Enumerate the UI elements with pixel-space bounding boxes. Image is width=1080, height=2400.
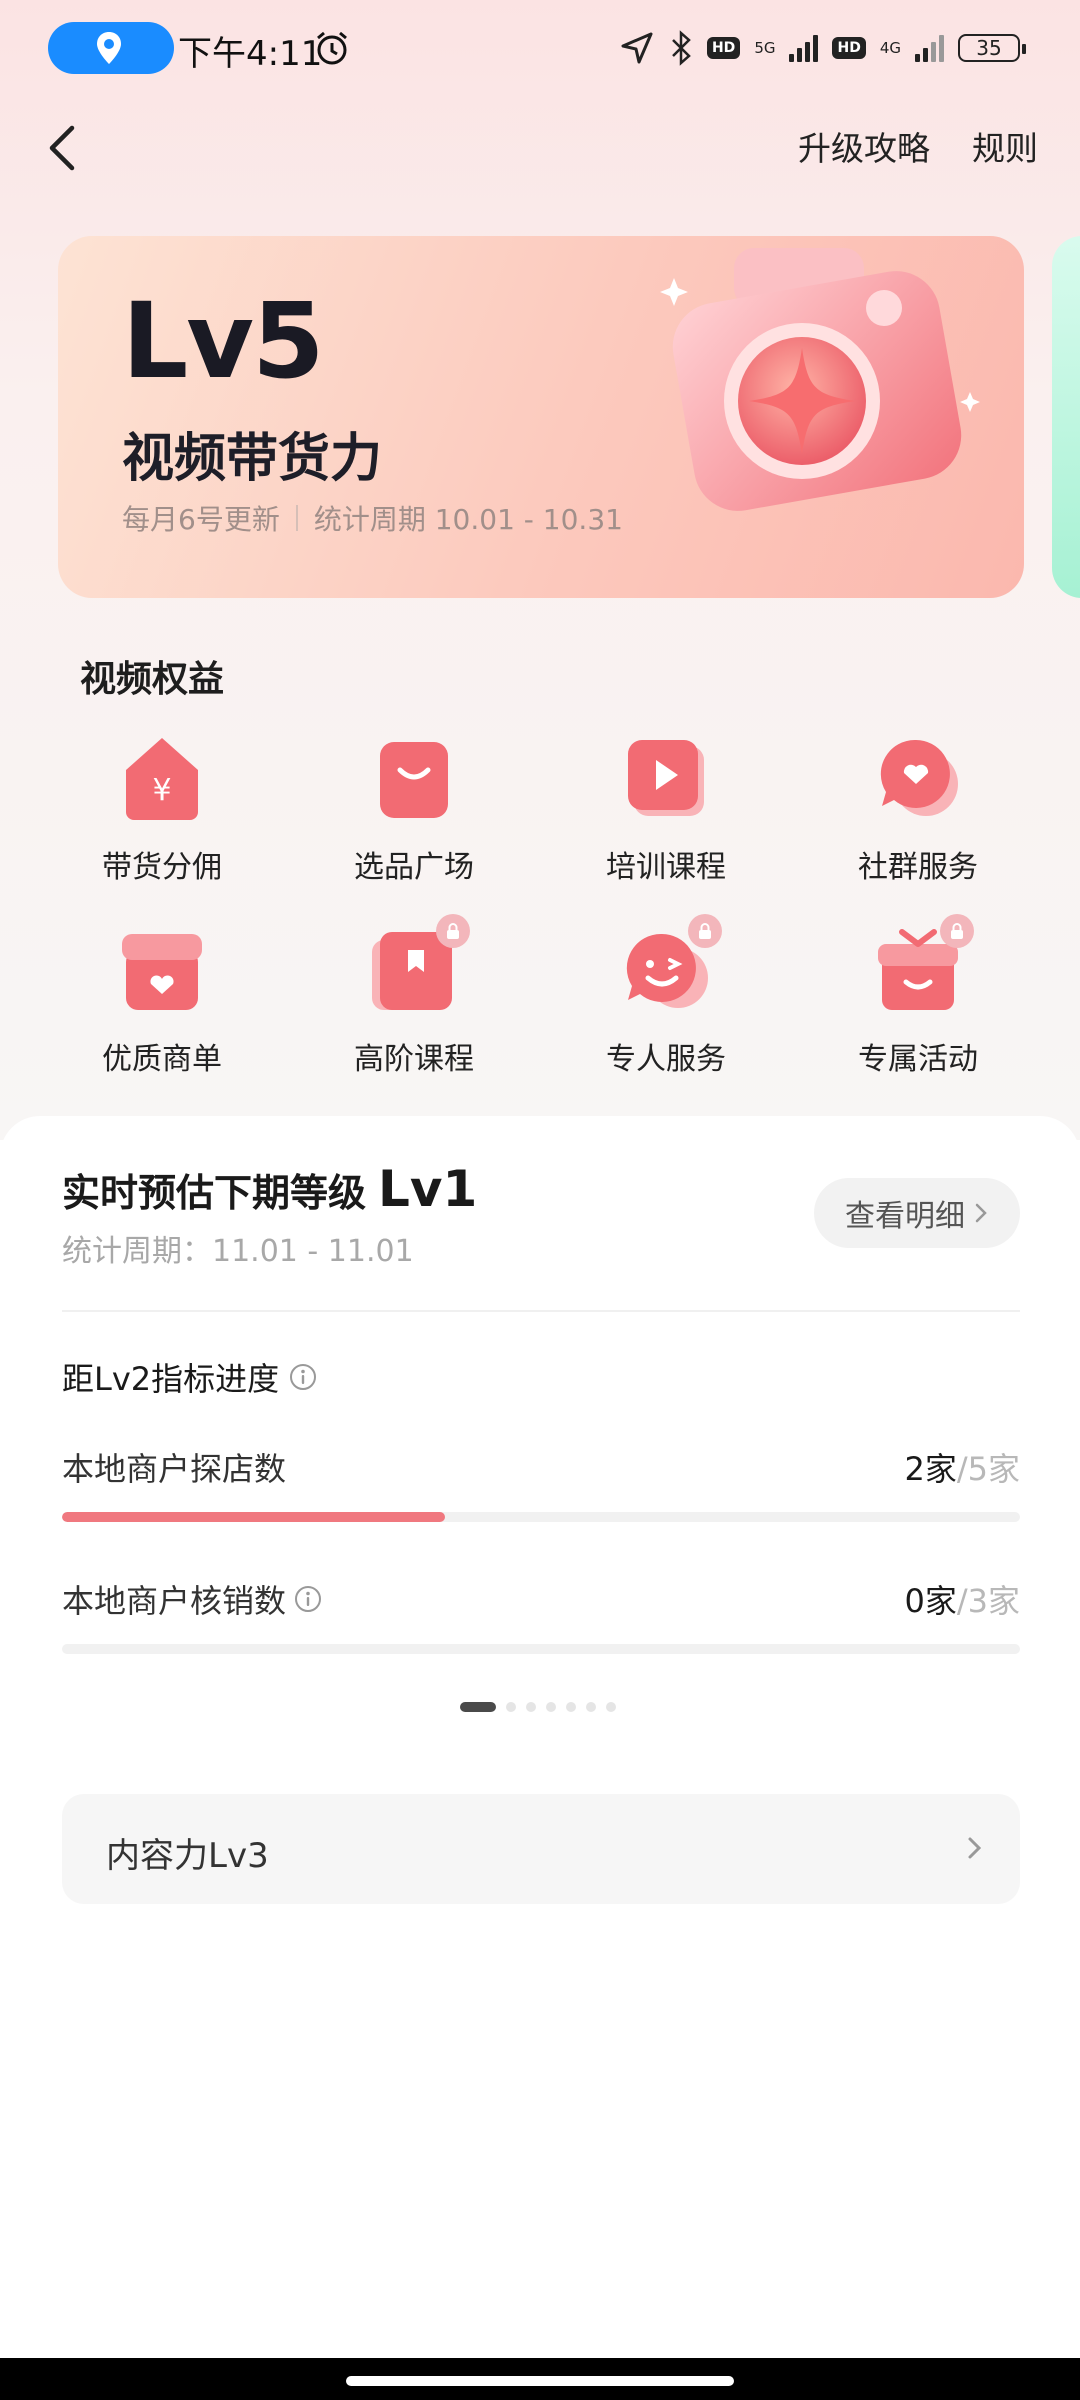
network-4g-label: 4G — [879, 39, 901, 57]
page-dot[interactable] — [546, 1702, 556, 1712]
estimate-heading: 实时预估下期等级 Lv1 — [62, 1160, 477, 1218]
chevron-right-icon — [975, 1203, 987, 1223]
network-5g-label: 5G — [754, 39, 776, 57]
info-icon[interactable] — [294, 1585, 322, 1613]
progress-bar-redemptions — [62, 1644, 1020, 1654]
page-dot[interactable] — [460, 1702, 496, 1712]
signal-bars-2 — [915, 34, 944, 62]
camera-illustration-icon — [660, 248, 980, 511]
metric-label-text: 本地商户探店数 — [62, 1450, 287, 1488]
network-5g: 5G — [754, 39, 775, 57]
lock-icon — [436, 914, 470, 948]
hd-badge-2: HD — [832, 37, 866, 59]
section-divider — [62, 1310, 1020, 1312]
progress-heading: 距Lv2指标进度 — [62, 1354, 317, 1400]
exclusive-event-icon-wrap — [868, 914, 974, 1020]
benefit-label: 优质商单 — [102, 1042, 222, 1077]
benefit-quality-orders[interactable]: 优质商单 — [36, 920, 288, 1078]
estimate-period: 统计周期：11.01 - 11.01 — [62, 1234, 414, 1269]
upgrade-guide-link[interactable]: 升级攻略 — [798, 122, 930, 170]
metric-value-visits: 2家/5家 — [904, 1444, 1020, 1490]
level-update-info: 每月6号更新 统计周期 10.01 - 10.31 — [122, 498, 623, 538]
chevron-right-icon — [968, 1837, 982, 1859]
advanced-course-icon-wrap — [364, 914, 470, 1020]
progress-title: 距Lv2指标进度 — [62, 1360, 280, 1398]
benefit-label: 带货分佣 — [102, 850, 222, 885]
header-links: 升级攻略 规则 — [798, 122, 1038, 170]
navigation-arrow-icon — [621, 32, 653, 64]
page-indicator — [460, 1702, 616, 1712]
bluetooth-icon — [672, 30, 691, 66]
benefit-label: 培训课程 — [606, 850, 726, 885]
metric-label-text: 本地商户核销数 — [62, 1582, 287, 1620]
page-dot[interactable] — [586, 1702, 596, 1712]
metric-total: /3家 — [956, 1582, 1020, 1620]
shopping-bag-icon — [380, 742, 448, 818]
metric-total: /5家 — [956, 1450, 1020, 1488]
metric-label-redemptions: 本地商户核销数 — [62, 1576, 322, 1622]
heart-chat-icon — [880, 739, 958, 816]
estimate-level: Lv1 — [378, 1160, 478, 1218]
view-details-button[interactable]: 查看明细 — [814, 1178, 1020, 1248]
hd-badge-1: HD — [706, 37, 741, 59]
alarm-icon — [317, 31, 347, 65]
battery-indicator: 35 — [958, 34, 1026, 62]
benefit-community[interactable]: 社群服务 — [792, 728, 1044, 886]
location-indicator[interactable] — [48, 22, 174, 74]
commission-icon: ¥ — [126, 738, 198, 820]
page-dot[interactable] — [606, 1702, 616, 1712]
status-bar: 下午4:11 HD 5G HD 4G 35 — [0, 0, 1080, 96]
metric-value-redemptions: 0家/3家 — [904, 1576, 1020, 1622]
benefit-label: 高阶课程 — [354, 1042, 474, 1077]
level-title: 视频带货力 — [122, 429, 383, 489]
benefit-label: 专人服务 — [606, 1042, 726, 1077]
estimate-title: 实时预估下期等级 — [62, 1171, 367, 1215]
info-icon[interactable] — [289, 1363, 317, 1391]
content-power-label: 内容力Lv3 — [106, 1836, 269, 1876]
update-note: 每月6号更新 — [122, 503, 280, 536]
current-level: Lv5 — [122, 280, 324, 402]
content-power-row[interactable]: 内容力Lv3 — [62, 1794, 1020, 1904]
signal-bars-1 — [789, 34, 819, 62]
metric-label-visits: 本地商户探店数 — [62, 1444, 286, 1490]
view-details-label: 查看明细 — [845, 1199, 965, 1234]
benefit-label: 选品广场 — [354, 850, 474, 885]
benefit-label: 专属活动 — [858, 1042, 978, 1077]
metric-current: 2家 — [904, 1450, 957, 1488]
benefits-grid: ¥ 带货分佣 选品广场 培训课程 社群服务 优质商单 高阶课程 专人服务 专属活… — [36, 728, 1044, 1078]
page-dot[interactable] — [506, 1702, 516, 1712]
rules-link[interactable]: 规则 — [972, 122, 1038, 170]
benefits-title: 视频权益 — [80, 659, 225, 700]
location-pin-icon — [97, 32, 121, 64]
play-icon — [628, 740, 704, 816]
benefit-training[interactable]: 培训课程 — [540, 728, 792, 886]
home-indicator[interactable] — [346, 2376, 734, 2386]
progress-fill-visits — [62, 1512, 446, 1522]
dedicated-service-icon-wrap — [616, 914, 722, 1020]
metric-current: 0家 — [904, 1582, 957, 1620]
page-dot[interactable] — [526, 1702, 536, 1712]
svg-text:¥: ¥ — [152, 773, 171, 808]
benefit-commission[interactable]: ¥ 带货分佣 — [36, 728, 288, 886]
lock-icon — [940, 914, 974, 948]
clock-time: 下午4:11 — [178, 34, 323, 74]
benefit-dedicated-service[interactable]: 专人服务 — [540, 914, 792, 1078]
stat-period: 统计周期 10.01 - 10.31 — [313, 503, 623, 536]
estimate-panel: 实时预估下期等级 Lv1 统计周期：11.01 - 11.01 查看明细 距Lv2… — [0, 1116, 1080, 2400]
benefit-exclusive-event[interactable]: 专属活动 — [792, 914, 1044, 1078]
page-dot[interactable] — [566, 1702, 576, 1712]
next-card-peek[interactable] — [1052, 236, 1080, 598]
benefit-product-square[interactable]: 选品广场 — [288, 728, 540, 886]
store-heart-icon — [122, 934, 202, 1010]
divider — [295, 505, 298, 531]
level-card[interactable]: Lv5 视频带货力 每月6号更新 统计周期 10.01 - 10.31 — [58, 236, 1024, 598]
battery-level: 35 — [976, 36, 1002, 60]
progress-bar-visits — [62, 1512, 1020, 1522]
back-arrow-icon[interactable] — [40, 118, 92, 178]
lock-icon — [688, 914, 722, 948]
benefit-advanced-course[interactable]: 高阶课程 — [288, 914, 540, 1078]
benefit-label: 社群服务 — [858, 850, 978, 885]
network-4g: 4G — [880, 39, 901, 57]
